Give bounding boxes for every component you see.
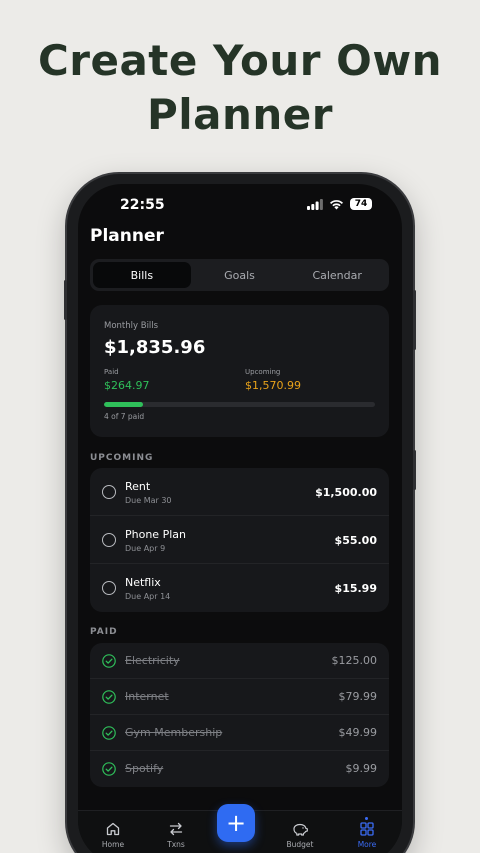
- status-icons: 74: [307, 198, 372, 210]
- bill-amount: $15.99: [334, 582, 377, 595]
- list-item[interactable]: Rent Due Mar 30 $1,500.00: [90, 468, 389, 516]
- grid-icon: [360, 822, 374, 836]
- phone-side-button-right-bottom: [413, 450, 416, 490]
- plus-icon: +: [225, 809, 247, 837]
- headline: Create Your Own Planner: [0, 34, 480, 142]
- bill-name: Phone Plan: [125, 528, 186, 541]
- battery-indicator: 74: [350, 198, 372, 210]
- status-time: 22:55: [120, 197, 165, 213]
- nav-txns-label: Txns: [167, 840, 185, 849]
- bill-name: Internet: [125, 690, 169, 703]
- paid-bills-list: Electricity $125.00 Internet $79.99 Gym …: [90, 643, 389, 787]
- list-item[interactable]: Electricity $125.00: [90, 643, 389, 679]
- summary-total: $1,835.96: [104, 337, 206, 358]
- upcoming-label: Upcoming: [245, 368, 281, 376]
- bill-name: Rent: [125, 480, 151, 493]
- unchecked-circle-icon[interactable]: [102, 581, 116, 595]
- page-title: Planner: [90, 226, 164, 246]
- paid-value: $264.97: [104, 379, 150, 392]
- check-circle-icon[interactable]: [102, 690, 116, 704]
- check-circle-icon[interactable]: [102, 762, 116, 776]
- list-item[interactable]: Gym Membership $49.99: [90, 715, 389, 751]
- unchecked-circle-icon[interactable]: [102, 533, 116, 547]
- list-item[interactable]: Spotify $9.99: [90, 751, 389, 787]
- paid-label: Paid: [104, 368, 119, 376]
- phone-screen: 22:55 74 Planner Bills Goals Calendar Mo…: [78, 184, 402, 853]
- add-button[interactable]: +: [217, 804, 255, 842]
- check-circle-icon[interactable]: [102, 654, 116, 668]
- bill-name: Netflix: [125, 576, 161, 589]
- upcoming-bills-list: Rent Due Mar 30 $1,500.00 Phone Plan Due…: [90, 468, 389, 612]
- bill-amount: $79.99: [338, 690, 378, 703]
- phone-side-button-right-top: [413, 290, 416, 350]
- bill-amount: $1,500.00: [315, 486, 377, 499]
- active-tab-indicator: [365, 817, 368, 820]
- bill-amount: $125.00: [331, 654, 378, 667]
- headline-line-2: Planner: [146, 90, 334, 139]
- bill-due-date: Due Apr 9: [125, 544, 166, 553]
- bill-name: Spotify: [125, 762, 164, 775]
- paid-section-heading: PAID: [90, 627, 118, 637]
- bill-amount: $49.99: [338, 726, 378, 739]
- progress-text: 4 of 7 paid: [104, 412, 145, 421]
- bill-due-date: Due Mar 30: [125, 496, 172, 505]
- tab-calendar[interactable]: Calendar: [288, 262, 386, 288]
- wifi-icon: [330, 199, 343, 209]
- upcoming-section-heading: UPCOMING: [90, 453, 154, 463]
- list-item[interactable]: Netflix Due Apr 14 $15.99: [90, 564, 389, 612]
- cellular-signal-icon: [307, 198, 323, 210]
- bill-amount: $9.99: [345, 762, 378, 775]
- monthly-bills-summary-card: Monthly Bills $1,835.96 Paid $264.97 Upc…: [90, 305, 389, 437]
- piggy-bank-icon: [293, 823, 308, 836]
- check-circle-icon[interactable]: [102, 726, 116, 740]
- bill-name: Electricity: [125, 654, 180, 667]
- nav-more[interactable]: More: [342, 821, 392, 849]
- summary-label: Monthly Bills: [104, 321, 159, 331]
- nav-txns[interactable]: Txns: [151, 821, 201, 849]
- nav-home-label: Home: [101, 840, 125, 849]
- bill-due-date: Due Apr 14: [125, 592, 171, 601]
- tab-goals[interactable]: Goals: [191, 262, 289, 288]
- paid-progress-fill: [104, 402, 143, 407]
- nav-budget-label: Budget: [286, 840, 314, 849]
- headline-line-1: Create Your Own: [37, 36, 443, 85]
- unchecked-circle-icon[interactable]: [102, 485, 116, 499]
- phone-side-button-left: [64, 280, 67, 320]
- segmented-control: Bills Goals Calendar: [90, 259, 389, 291]
- list-item[interactable]: Phone Plan Due Apr 9 $55.00: [90, 516, 389, 564]
- transfer-arrows-icon: [169, 822, 183, 836]
- nav-more-label: More: [357, 840, 377, 849]
- status-bar: 22:55 74: [78, 184, 402, 228]
- paid-progress-bar: [104, 402, 375, 407]
- nav-home[interactable]: Home: [88, 821, 138, 849]
- tab-bills[interactable]: Bills: [93, 262, 191, 288]
- upcoming-value: $1,570.99: [245, 379, 301, 392]
- bill-amount: $55.00: [334, 534, 377, 547]
- home-icon: [106, 822, 120, 836]
- list-item[interactable]: Internet $79.99: [90, 679, 389, 715]
- nav-budget[interactable]: Budget: [275, 821, 325, 849]
- bill-name: Gym Membership: [125, 726, 223, 739]
